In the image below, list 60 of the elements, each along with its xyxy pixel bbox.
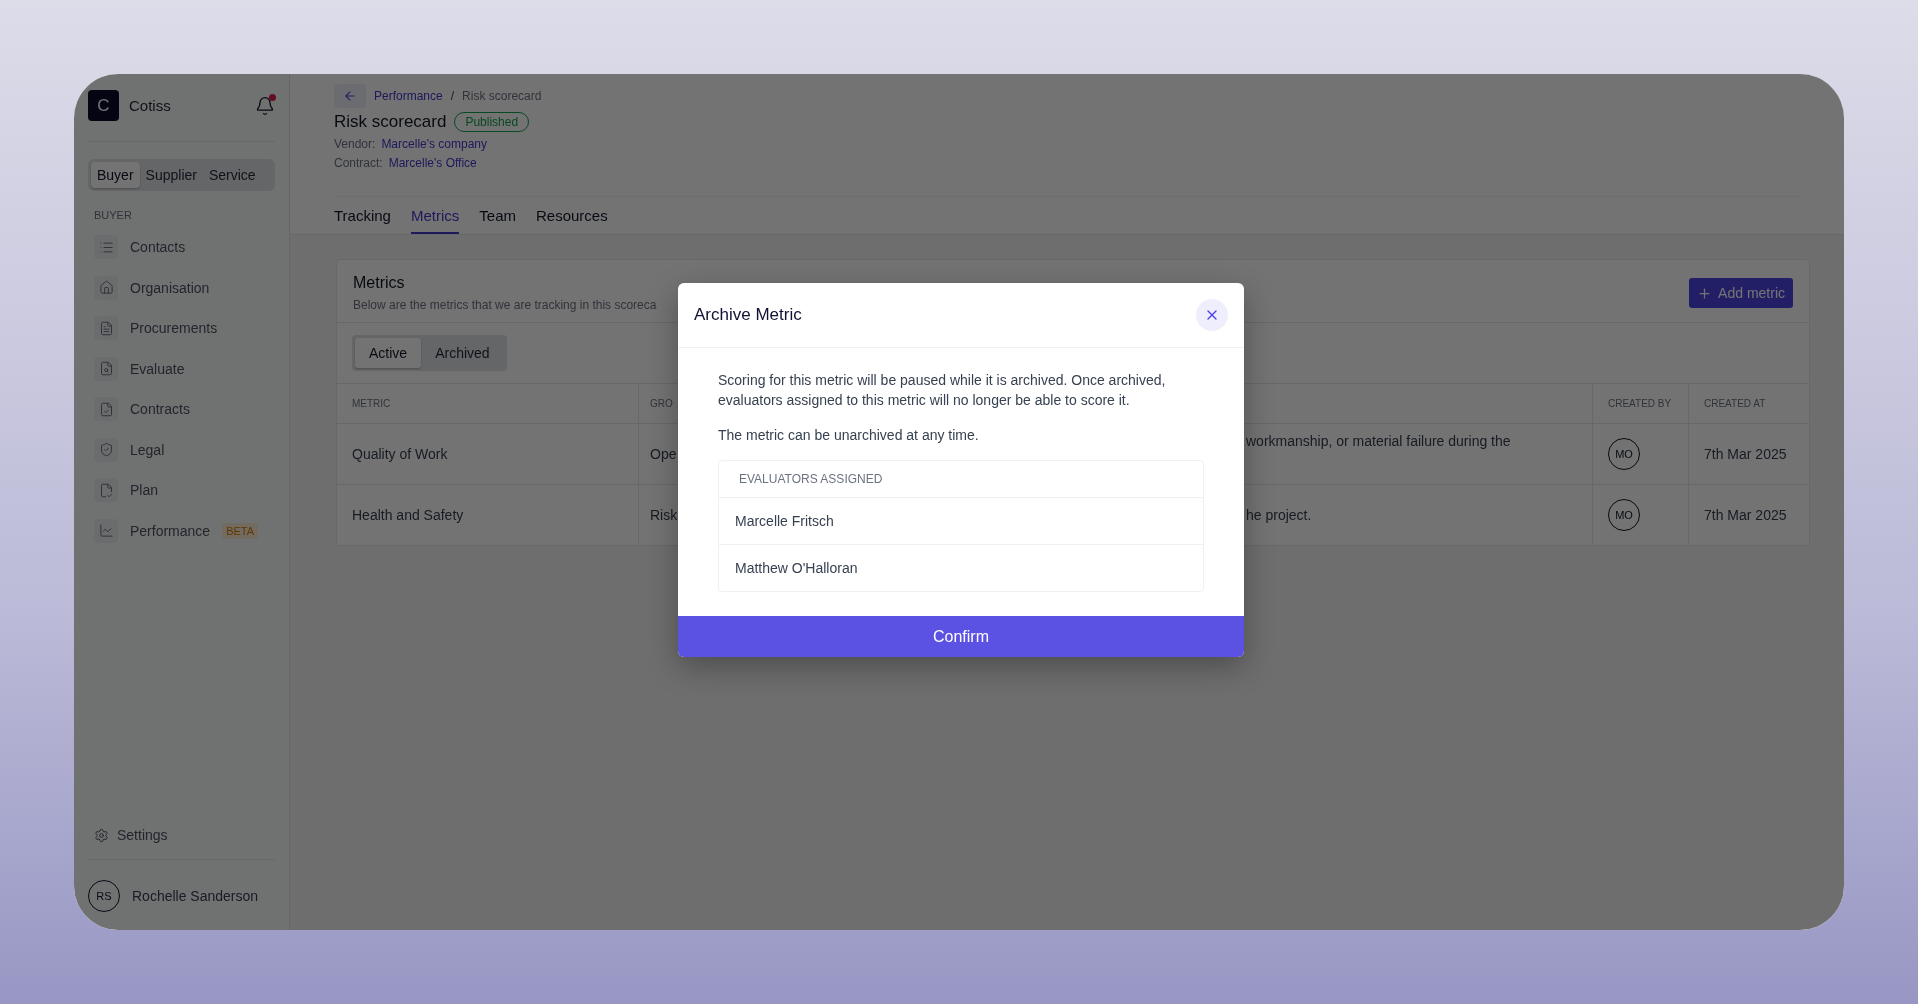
card-subtitle: Below are the metrics that we are tracking in this scoreca xyxy=(353,298,657,312)
section-label: BUYER xyxy=(94,209,133,221)
sidebar-item[interactable]: Evaluate xyxy=(88,348,275,389)
column-header: CREATED BY xyxy=(1592,384,1688,423)
column-header: CREATED AT xyxy=(1688,384,1809,423)
tab[interactable]: Team xyxy=(479,207,516,234)
tab[interactable]: Tracking xyxy=(334,207,391,234)
nav-icon xyxy=(94,518,118,543)
evaluator-row: Marcelle Fritsch xyxy=(719,498,1203,545)
add-metric-button[interactable]: Add metric xyxy=(1689,278,1793,308)
card-title: Metrics xyxy=(353,274,406,292)
nav-icon xyxy=(94,437,118,462)
settings-link[interactable]: Settings xyxy=(88,827,275,860)
notifications-button[interactable] xyxy=(255,95,275,116)
bell-icon xyxy=(255,95,275,116)
back-button[interactable] xyxy=(334,84,366,108)
mode-tab[interactable]: Buyer xyxy=(91,162,140,188)
sidebar-item[interactable]: Legal xyxy=(88,429,275,470)
sidebar-item[interactable]: Contracts xyxy=(88,389,275,430)
dialog-text: The metric can be unarchived at any time. xyxy=(718,426,980,445)
beta-badge: BETA xyxy=(222,522,259,539)
vendor-label: Vendor: xyxy=(334,137,376,151)
nav-icon xyxy=(94,235,118,260)
nav-icon xyxy=(94,356,118,381)
mode-tab[interactable]: Supplier xyxy=(139,162,203,188)
page-title: Risk scorecard xyxy=(334,112,447,132)
nav-icon xyxy=(94,275,118,300)
confirm-button[interactable]: Confirm xyxy=(678,616,1244,657)
tab[interactable]: Resources xyxy=(536,207,608,234)
nav-icon xyxy=(94,397,118,422)
sidebar-item[interactable]: Organisation xyxy=(88,267,275,308)
filter-tab[interactable]: Active xyxy=(355,338,422,368)
brand-name: Cotiss xyxy=(129,97,172,114)
table-cell-text: Health and Safety xyxy=(351,506,465,525)
list-heading: EVALUATORS ASSIGNED xyxy=(719,461,1203,498)
close-button[interactable] xyxy=(1196,299,1228,331)
contract-label: Contract: xyxy=(334,156,383,170)
breadcrumb-current: Risk scorecard xyxy=(462,89,542,103)
nav-icon xyxy=(94,478,118,503)
vendor-link[interactable]: Marcelle's company xyxy=(381,137,488,151)
logo: C xyxy=(88,90,119,121)
sidebar-item[interactable]: Plan xyxy=(88,470,275,511)
dialog-title: Archive Metric xyxy=(694,305,802,325)
evaluator-row-text: Matthew O'Halloran xyxy=(734,559,859,578)
settings-icon xyxy=(94,827,109,843)
nav-icon xyxy=(94,316,118,341)
user-name: Rochelle Sanderson xyxy=(132,888,259,904)
table-cell: 7th Mar 2025 xyxy=(1688,424,1809,484)
sidebar-item[interactable]: Contacts xyxy=(88,227,275,268)
column-header: METRIC xyxy=(351,397,392,411)
sidebar-item[interactable]: Performance BETA xyxy=(88,510,275,551)
table-cell-text: Quality of Work xyxy=(351,445,449,464)
contract-link[interactable]: Marcelle's Office xyxy=(388,156,477,170)
sidebar-item[interactable]: Procurements xyxy=(88,308,275,349)
table-cell: 7th Mar 2025 xyxy=(1688,485,1809,545)
plus-icon xyxy=(1697,285,1713,301)
filter-tab[interactable]: Archived xyxy=(421,338,504,368)
mode-tab[interactable]: Service xyxy=(202,162,262,188)
breadcrumb-separator: / xyxy=(450,89,455,103)
breadcrumb-link[interactable]: Performance xyxy=(374,89,443,103)
